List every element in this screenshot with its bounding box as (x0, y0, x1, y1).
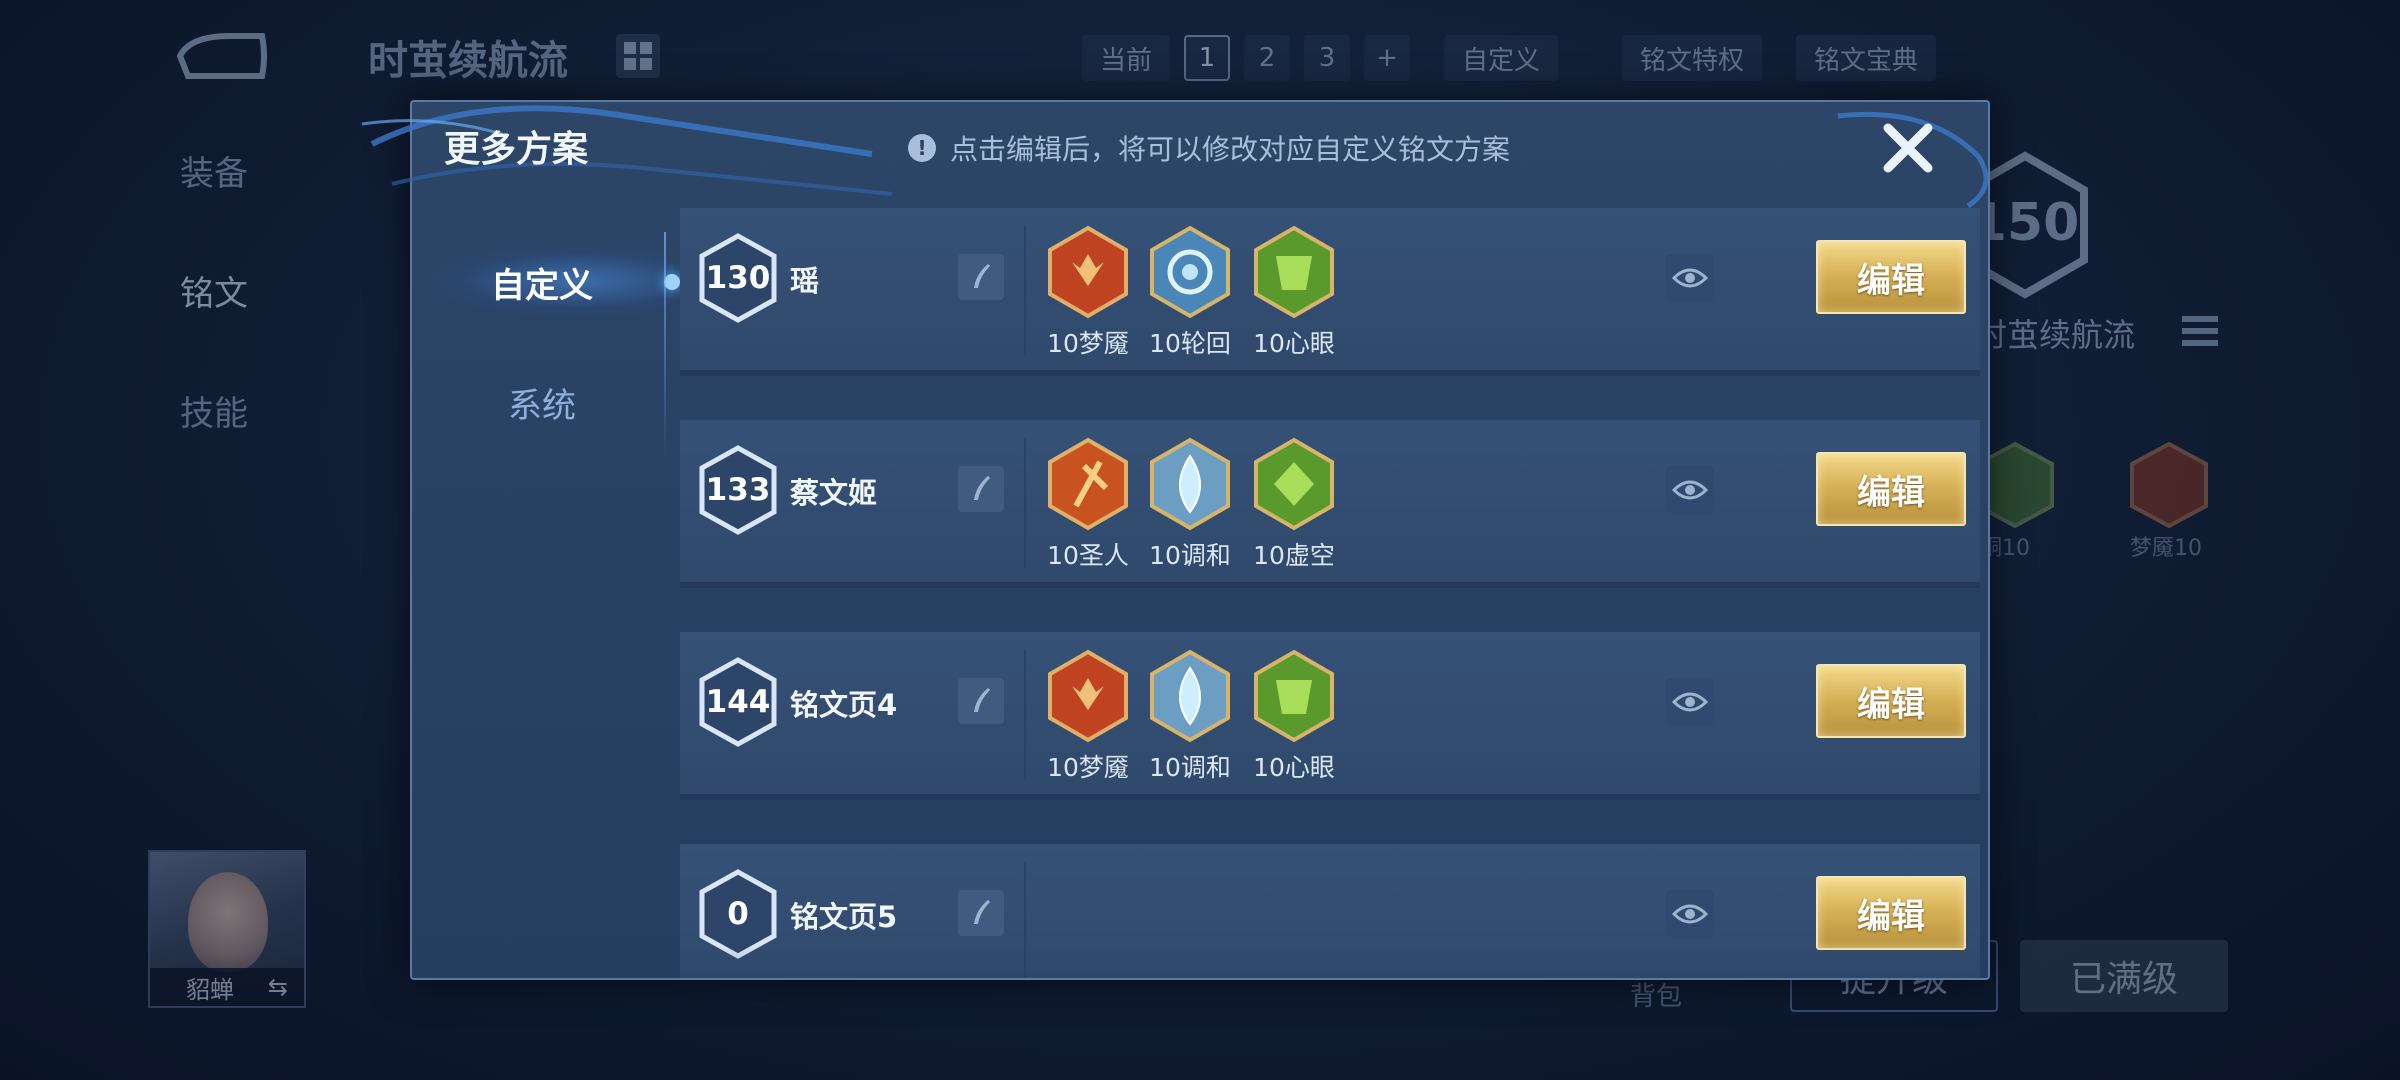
scheme-row: 144 铭文页4 10梦魇 10调和 10心眼 编辑 (680, 632, 1980, 800)
scheme-name: 铭文页5 (790, 900, 898, 934)
page-switcher: 当前 1 2 3 + 自定义 铭文特权 铭文宝典 (1082, 34, 1950, 82)
rune-green-icon (1254, 649, 1334, 743)
close-icon (1883, 123, 1933, 173)
modal-title: 更多方案 (444, 129, 589, 170)
menu-icon[interactable] (2182, 316, 2218, 352)
hint-text: 点击编辑后，将可以修改对应自定义铭文方案 (950, 133, 1511, 166)
rune-green-icon (1254, 437, 1334, 531)
level-number: 0 (727, 896, 749, 932)
pen-icon (974, 264, 990, 288)
more-schemes-modal: 更多方案 ! 点击编辑后，将可以修改对应自定义铭文方案 自定义 系统 130 瑶 (361, 100, 1990, 980)
rune-blue-swirl-icon (1150, 225, 1230, 319)
rename-button[interactable] (958, 678, 1004, 724)
rune-red-icon (1048, 225, 1128, 319)
current-label: 当前 (1082, 35, 1171, 81)
pen-icon (974, 688, 990, 712)
rename-button[interactable] (958, 466, 1004, 512)
grid-icon[interactable] (616, 34, 660, 78)
page-tab-1[interactable]: 1 (1184, 35, 1231, 81)
preview-button[interactable] (1666, 254, 1714, 302)
page-title: 时茧续航流 (368, 38, 568, 84)
rune-blue-drop-icon (1150, 437, 1230, 531)
manual-label: 铭文宝典 (1814, 45, 1919, 76)
side-item-skills[interactable]: 技能 (180, 386, 248, 435)
eye-icon (1672, 480, 1708, 500)
row-divider (1024, 438, 1026, 568)
side-item-runes[interactable]: 铭文 (180, 266, 248, 315)
pen-icon (974, 476, 990, 500)
close-button[interactable] (1876, 116, 1940, 180)
tab-custom-label: 自定义 (491, 265, 593, 306)
rune-green-icon (1254, 225, 1334, 319)
rename-button[interactable] (958, 254, 1004, 300)
info-icon: ! (908, 134, 936, 162)
privilege-button[interactable]: 铭文特权 (1622, 35, 1763, 81)
scheme-name: 蔡文姬 (790, 476, 878, 510)
right-scheme-name: 时茧续航流 (1975, 316, 2136, 354)
tab-system[interactable]: 系统 (412, 342, 672, 462)
rune-label: 10虚空 (1253, 541, 1335, 570)
row-divider (1024, 862, 1026, 978)
rune-red-icon (2130, 441, 2208, 529)
rune-label: 10心眼 (1253, 329, 1335, 358)
scheme-tabs: 自定义 系统 (412, 222, 680, 462)
back-arrow-icon[interactable] (170, 28, 270, 84)
rune-blue-drop-icon (1150, 649, 1230, 743)
manual-button[interactable]: 铭文宝典 (1796, 35, 1937, 81)
rune-red-orange-icon (1048, 437, 1128, 531)
rune-label: 10圣人 (1047, 541, 1129, 570)
edit-button[interactable]: 编辑 (1816, 876, 1966, 950)
rename-button[interactable] (958, 890, 1004, 936)
row-divider (1024, 650, 1026, 780)
scheme-row: 133 蔡文姬 10圣人 10调和 10虚空 编辑 (680, 420, 1980, 588)
page-tab-3[interactable]: 3 (1304, 35, 1351, 81)
row-divider (1024, 226, 1026, 356)
rune-label: 10调和 (1149, 753, 1231, 782)
rune-label: 10梦魇 (1047, 753, 1129, 782)
add-page-button[interactable]: + (1364, 35, 1411, 81)
eye-icon (1672, 904, 1708, 924)
preview-button[interactable] (1666, 890, 1714, 938)
pen-icon (974, 900, 990, 924)
level-number: 144 (705, 684, 771, 720)
rune-red-icon (1048, 649, 1128, 743)
rune-label: 10梦魇 (1047, 329, 1129, 358)
edit-button[interactable]: 编辑 (1816, 452, 1966, 526)
tab-custom[interactable]: 自定义 (412, 222, 680, 342)
bg-rune-label-2: 梦魇10 (2130, 536, 2202, 561)
maxed-button[interactable]: 已满级 (2020, 940, 2228, 1012)
hero-portrait (188, 872, 268, 972)
preview-button[interactable] (1666, 466, 1714, 514)
eye-icon (1672, 692, 1708, 712)
hero-name-bar: 貂蝉 ⇆ (150, 968, 304, 1006)
scheme-name: 铭文页4 (790, 688, 898, 722)
tab-divider (664, 232, 666, 462)
bag-label[interactable]: 背包 (1630, 976, 1682, 1013)
eye-icon (1672, 268, 1708, 288)
modal-header: 更多方案 ! 点击编辑后，将可以修改对应自定义铭文方案 (412, 102, 1988, 192)
rune-label: 10心眼 (1253, 753, 1335, 782)
edit-button[interactable]: 编辑 (1816, 240, 1966, 314)
hero-name: 貂蝉 (186, 975, 234, 1004)
active-indicator (664, 274, 680, 290)
page-tab-2[interactable]: 2 (1244, 35, 1291, 81)
hero-avatar[interactable]: 貂蝉 ⇆ (148, 850, 306, 1008)
scheme-row: 130 瑶 10梦魇 10轮回 10心眼 编辑 (680, 208, 1980, 376)
custom-button[interactable]: 自定义 (1444, 35, 1559, 81)
scheme-row: 0 铭文页5 编辑 (680, 844, 1980, 978)
edit-button[interactable]: 编辑 (1816, 664, 1966, 738)
rune-label: 10调和 (1149, 541, 1231, 570)
level-number: 130 (705, 260, 771, 296)
rune-label: 10轮回 (1149, 329, 1231, 358)
scheme-list[interactable]: 130 瑶 10梦魇 10轮回 10心眼 编辑 133 蔡文姬 10圣人 10调… (680, 208, 1980, 978)
preview-button[interactable] (1666, 678, 1714, 726)
tab-system-label: 系统 (508, 385, 576, 426)
privilege-label: 铭文特权 (1640, 45, 1745, 76)
modal-hint: ! 点击编辑后，将可以修改对应自定义铭文方案 (908, 128, 1510, 168)
swap-icon[interactable]: ⇆ (268, 973, 288, 1001)
side-item-equipment[interactable]: 装备 (180, 146, 248, 195)
level-number: 133 (705, 472, 771, 508)
scheme-name: 瑶 (790, 264, 820, 298)
